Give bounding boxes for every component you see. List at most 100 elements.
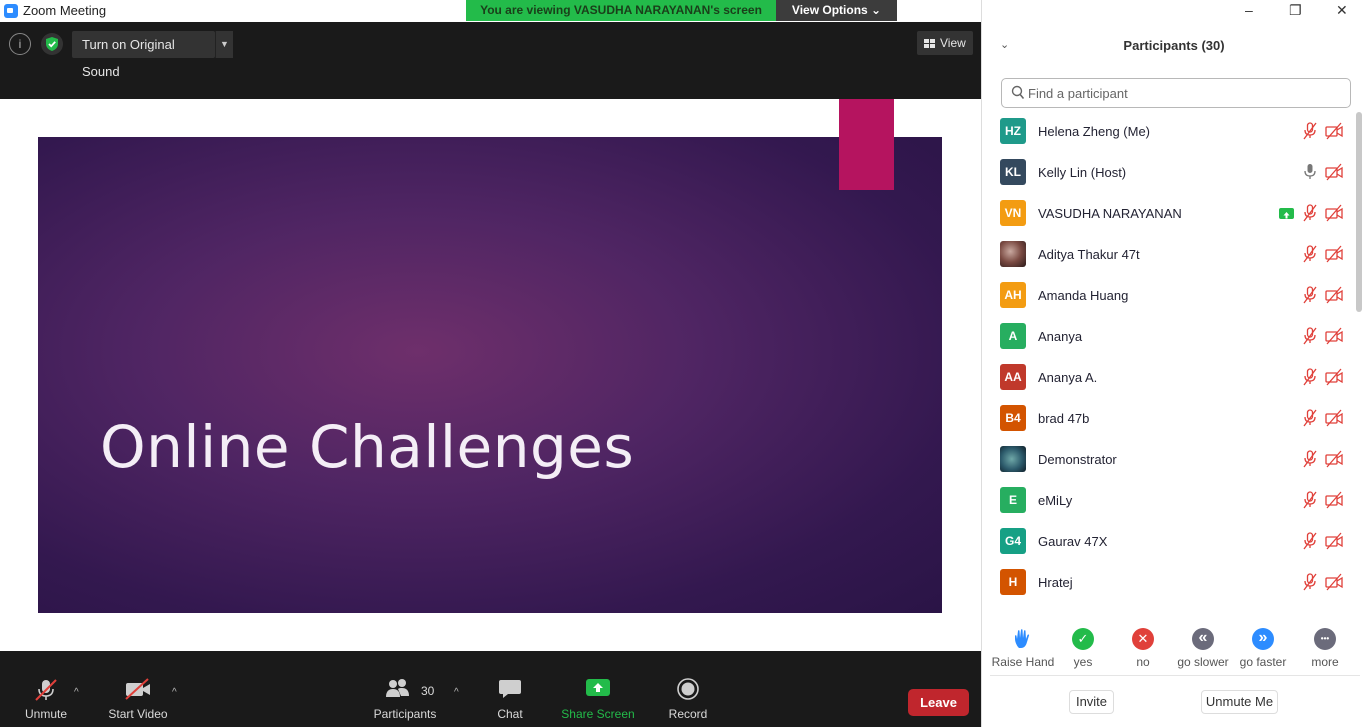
participants-panel: – ❐ ✕ ⌄ Participants (30) HZ Helena Zhen…: [981, 0, 1366, 727]
more-label: more: [1311, 655, 1339, 669]
video-off-icon: [1325, 368, 1343, 386]
avatar-photo: [1000, 241, 1026, 267]
screen-sharing-icon: [1279, 208, 1294, 219]
muted-mic-icon: [1303, 286, 1317, 304]
x-icon: ✕: [1132, 628, 1154, 650]
participant-name: Amanda Huang: [1038, 288, 1129, 303]
participant-name: brad 47b: [1038, 411, 1090, 426]
slide-accent-shape: [839, 99, 894, 190]
avatar: AA: [1000, 364, 1026, 390]
close-button[interactable]: ✕: [1336, 2, 1348, 19]
participant-name: Hratej: [1038, 575, 1073, 590]
share-screen-button[interactable]: Share Screen: [558, 651, 638, 727]
video-options-caret-icon[interactable]: ^: [172, 687, 177, 698]
participant-list-scrollbar[interactable]: [1356, 112, 1362, 312]
view-label: View: [940, 36, 966, 50]
record-label: Record: [668, 707, 708, 721]
share-screen-icon: [586, 679, 610, 696]
go-faster-label: go faster: [1239, 655, 1287, 669]
start-video-button[interactable]: Start Video: [104, 651, 172, 727]
video-off-icon: [1325, 573, 1343, 591]
participant-row[interactable]: KL Kelly Lin (Host): [982, 152, 1354, 193]
unmute-button[interactable]: Unmute: [16, 651, 76, 727]
avatar: AH: [1000, 282, 1026, 308]
avatar: A: [1000, 323, 1026, 349]
participants-count: 30: [421, 684, 435, 698]
chat-label: Chat: [497, 707, 523, 721]
participant-row[interactable]: AA Ananya A.: [982, 357, 1354, 398]
participant-row[interactable]: E eMiLy: [982, 480, 1354, 521]
divider: [990, 675, 1360, 676]
restore-button[interactable]: ❐: [1289, 2, 1302, 19]
encryption-shield-icon[interactable]: [41, 33, 63, 55]
muted-mic-icon: [1303, 409, 1317, 427]
view-layout-button[interactable]: View: [917, 31, 973, 55]
video-off-icon: [1325, 409, 1343, 427]
minimize-button[interactable]: –: [1245, 2, 1253, 18]
participant-row[interactable]: AH Amanda Huang: [982, 275, 1354, 316]
meeting-toolbar: Unmute ^ Start Video ^ 30 Participants ^…: [0, 651, 981, 727]
original-sound-dropdown-icon[interactable]: ▼: [215, 31, 233, 58]
participants-button[interactable]: 30 Participants: [368, 651, 442, 727]
muted-mic-icon: [1303, 327, 1317, 345]
participant-row[interactable]: Demonstrator: [982, 439, 1354, 480]
video-off-icon: [1325, 327, 1343, 345]
video-off-icon: [125, 678, 150, 700]
participant-search[interactable]: [1001, 78, 1351, 108]
audio-options-caret-icon[interactable]: ^: [74, 687, 79, 698]
participant-name: Demonstrator: [1038, 452, 1117, 467]
unmute-me-button[interactable]: Unmute Me: [1201, 690, 1278, 714]
avatar: G4: [1000, 528, 1026, 554]
avatar: KL: [1000, 159, 1026, 185]
participants-options-caret-icon[interactable]: ^: [454, 687, 459, 698]
video-off-icon: [1325, 491, 1343, 509]
meeting-top-bar: i Turn on Original Sound ▼ View: [0, 22, 981, 99]
participant-row[interactable]: VN VASUDHA NARAYANAN: [982, 193, 1354, 234]
muted-mic-icon: [1303, 532, 1317, 550]
participant-row[interactable]: H Hratej: [982, 562, 1354, 603]
avatar: H: [1000, 569, 1026, 595]
muted-mic-icon: [1303, 122, 1317, 140]
participant-row[interactable]: HZ Helena Zheng (Me): [982, 111, 1354, 152]
participant-row[interactable]: A Ananya: [982, 316, 1354, 357]
muted-mic-icon: [1303, 573, 1317, 591]
zoom-app-icon: [4, 4, 18, 18]
participant-name: VASUDHA NARAYANAN: [1038, 206, 1182, 221]
record-button[interactable]: Record: [662, 651, 714, 727]
participants-label: Participants: [373, 707, 437, 721]
checkmark-icon: ✓: [1072, 628, 1094, 650]
participant-name: Gaurav 47X: [1038, 534, 1108, 549]
avatar: VN: [1000, 200, 1026, 226]
search-icon: [1011, 85, 1025, 100]
window-title: Zoom Meeting: [23, 3, 107, 18]
video-off-icon: [1325, 122, 1343, 140]
participant-row[interactable]: Aditya Thakur 47t: [982, 234, 1354, 275]
more-icon: •••: [1314, 628, 1336, 650]
muted-mic-icon: [35, 679, 57, 701]
participant-name: Ananya A.: [1038, 370, 1098, 385]
original-sound-button[interactable]: Turn on Original Sound: [72, 31, 215, 79]
participant-row[interactable]: B4 brad 47b: [982, 398, 1354, 439]
viewing-screen-text: You are viewing VASUDHA NARAYANAN's scre…: [466, 0, 776, 21]
search-input[interactable]: [1028, 84, 1328, 102]
participant-name: Ananya: [1038, 329, 1083, 344]
meeting-info-icon[interactable]: i: [9, 33, 31, 55]
view-options-button[interactable]: View Options ⌄: [776, 0, 897, 21]
muted-mic-icon: [1303, 204, 1317, 222]
participants-icon: [386, 679, 409, 697]
muted-mic-icon: [1303, 245, 1317, 263]
participant-name: Aditya Thakur 47t: [1038, 247, 1140, 262]
invite-button[interactable]: Invite: [1069, 690, 1114, 714]
rewind-icon: «: [1192, 628, 1214, 650]
video-off-icon: [1325, 245, 1343, 263]
avatar: B4: [1000, 405, 1026, 431]
grid-icon: [924, 39, 935, 48]
muted-mic-icon: [1303, 491, 1317, 509]
avatar: E: [1000, 487, 1026, 513]
video-off-icon: [1325, 163, 1343, 181]
chat-icon: [499, 680, 521, 698]
participant-row[interactable]: G4 Gaurav 47X: [982, 521, 1354, 562]
leave-button[interactable]: Leave: [908, 689, 969, 716]
video-off-icon: [1325, 450, 1343, 468]
chat-button[interactable]: Chat: [488, 651, 532, 727]
